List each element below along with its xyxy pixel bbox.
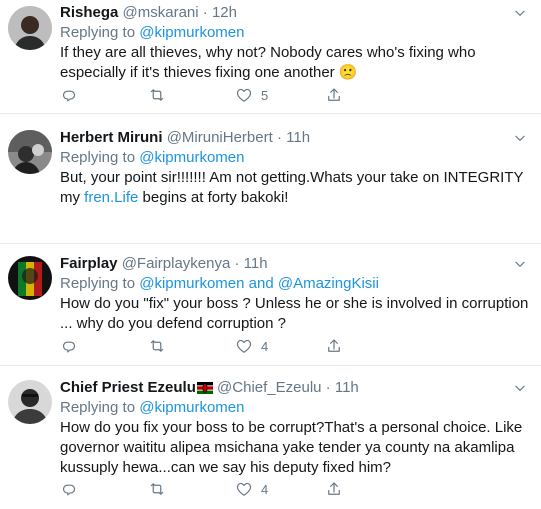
- replying-to-prefix: Replying to: [60, 275, 140, 292]
- retweet-button[interactable]: [148, 85, 166, 105]
- replying-to-prefix: Replying to: [60, 149, 140, 166]
- kenya-flag-icon: [196, 382, 213, 394]
- tweet-text: How do you fix your boss to be corrupt?T…: [60, 418, 529, 478]
- replying-to-prefix: Replying to: [60, 399, 140, 416]
- reply-icon: [60, 337, 78, 355]
- timestamp[interactable]: 12h: [212, 4, 237, 21]
- avatar[interactable]: [8, 130, 52, 174]
- chevron-down-icon[interactable]: [513, 6, 527, 20]
- tweet-header: Rishega @mskarani · 12h: [60, 3, 511, 23]
- reply-button[interactable]: [60, 85, 78, 105]
- tweet-text: How do you "fix" your boss ? Unless he o…: [60, 294, 529, 334]
- separator: ·: [325, 379, 331, 396]
- action-bar: 4: [60, 336, 360, 356]
- tweet-header: Fairplay @Fairplaykenya · 11h: [60, 254, 511, 274]
- tweet-header: Chief Priest Ezeulu @Chief_Ezeulu · 11h: [60, 378, 511, 398]
- action-bar: 5: [60, 85, 360, 105]
- like-icon: [235, 86, 253, 104]
- avatar[interactable]: [8, 256, 52, 300]
- timestamp[interactable]: 11h: [286, 129, 310, 146]
- share-button[interactable]: [325, 479, 343, 499]
- share-button[interactable]: [325, 336, 343, 356]
- retweet-button[interactable]: [148, 479, 166, 499]
- tweet[interactable]: Herbert Miruni @MiruniHerbert · 11h Repl…: [0, 114, 541, 244]
- display-name[interactable]: Fairplay: [60, 255, 118, 272]
- like-button[interactable]: 5: [235, 85, 268, 105]
- separator: ·: [276, 129, 282, 146]
- replying-to: Replying to @kipmurkomen and @AmazingKis…: [60, 274, 379, 294]
- separator: ·: [234, 255, 240, 272]
- share-button[interactable]: [325, 85, 343, 105]
- timestamp[interactable]: 11h: [335, 379, 359, 396]
- retweet-icon: [148, 480, 166, 498]
- share-icon: [325, 337, 343, 355]
- mention-link[interactable]: @kipmurkomen: [139, 24, 244, 41]
- replying-joiner: and: [244, 275, 278, 292]
- chevron-down-icon[interactable]: [513, 381, 527, 395]
- chevron-down-icon[interactable]: [513, 131, 527, 145]
- display-name[interactable]: Rishega: [60, 4, 118, 21]
- timestamp[interactable]: 11h: [244, 255, 268, 272]
- action-bar: 4: [60, 479, 360, 499]
- display-name[interactable]: Chief Priest Ezeulu: [60, 379, 196, 396]
- mention-link[interactable]: @kipmurkomen: [139, 399, 244, 416]
- display-name[interactable]: Herbert Miruni: [60, 129, 163, 146]
- like-count: 5: [261, 87, 269, 103]
- tweet-text: If they are all thieves, why not? Nobody…: [60, 43, 529, 83]
- user-handle[interactable]: @MiruniHerbert: [167, 129, 273, 146]
- share-icon: [325, 480, 343, 498]
- replying-to: Replying to @kipmurkomen: [60, 398, 244, 418]
- tweet-header: Herbert Miruni @MiruniHerbert · 11h: [60, 128, 511, 148]
- like-count: 4: [261, 338, 269, 354]
- retweet-button[interactable]: [148, 336, 166, 356]
- tweet[interactable]: Fairplay @Fairplaykenya · 11h Replying t…: [0, 244, 541, 366]
- like-button[interactable]: 4: [235, 479, 268, 499]
- chevron-down-icon[interactable]: [513, 257, 527, 271]
- tweet-text: But, your point sir!!!!!!! Am not gettin…: [60, 168, 529, 208]
- retweet-icon: [148, 86, 166, 104]
- user-handle[interactable]: @mskarani: [123, 4, 199, 21]
- like-icon: [235, 337, 253, 355]
- inline-link[interactable]: fren.Life: [84, 189, 138, 206]
- separator: ·: [202, 4, 208, 21]
- mention-link[interactable]: @kipmurkomen: [139, 275, 244, 292]
- replying-to: Replying to @kipmurkomen: [60, 148, 244, 168]
- retweet-icon: [148, 337, 166, 355]
- tweet-text-body: How do you "fix" your boss ? Unless he o…: [60, 295, 529, 332]
- avatar[interactable]: [8, 380, 52, 424]
- tweet-text-body: How do you fix your boss to be corrupt?T…: [60, 419, 523, 476]
- reply-button[interactable]: [60, 479, 78, 499]
- emoji: 🙁: [338, 64, 358, 81]
- reply-icon: [60, 86, 78, 104]
- replying-to: Replying to @kipmurkomen: [60, 23, 244, 43]
- tweet[interactable]: Chief Priest Ezeulu @Chief_Ezeulu · 11h …: [0, 366, 541, 509]
- user-handle[interactable]: @Fairplaykenya: [122, 255, 231, 272]
- share-icon: [325, 86, 343, 104]
- tweet-text-body: If they are all thieves, why not? Nobody…: [60, 44, 476, 81]
- like-count: 4: [261, 481, 269, 497]
- like-icon: [235, 480, 253, 498]
- mention-link[interactable]: @kipmurkomen: [139, 149, 244, 166]
- tweet[interactable]: Rishega @mskarani · 12h Replying to @kip…: [0, 0, 541, 114]
- reply-icon: [60, 480, 78, 498]
- replying-to-prefix: Replying to: [60, 24, 140, 41]
- like-button[interactable]: 4: [235, 336, 268, 356]
- user-handle[interactable]: @Chief_Ezeulu: [217, 379, 321, 396]
- reply-button[interactable]: [60, 336, 78, 356]
- mention-link[interactable]: @AmazingKisii: [278, 275, 379, 292]
- avatar[interactable]: [8, 6, 52, 50]
- tweet-text-tail: begins at forty bakoki!: [138, 189, 289, 206]
